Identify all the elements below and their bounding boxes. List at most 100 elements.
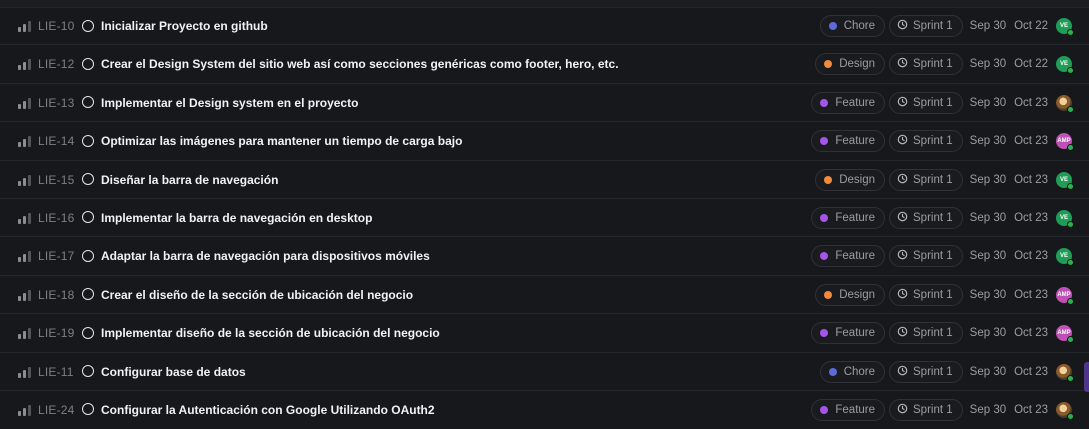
status-circle-icon[interactable] xyxy=(82,365,94,378)
label-badge[interactable]: Chore xyxy=(819,360,886,383)
start-date[interactable]: Sep 30 xyxy=(970,404,1006,416)
label-badge[interactable]: Feature xyxy=(811,91,886,114)
assignee-avatar[interactable]: VE xyxy=(1056,248,1074,267)
issue-title[interactable]: Diseñar la barra de navegación xyxy=(101,173,278,187)
start-date[interactable]: Sep 30 xyxy=(970,174,1006,186)
issue-row[interactable]: LIE-13 Implementar el Design system en el… xyxy=(0,84,1089,123)
label-badge[interactable]: Feature xyxy=(811,398,886,421)
priority-bars-icon[interactable] xyxy=(18,136,32,148)
due-date[interactable]: Oct 22 xyxy=(1014,20,1048,32)
sprint-badge[interactable]: Sprint 1 xyxy=(889,15,963,37)
assignee-avatar[interactable]: VE xyxy=(1056,209,1074,228)
start-date[interactable]: Sep 30 xyxy=(970,135,1006,147)
issue-row[interactable]: LIE-17 Adaptar la barra de navegación par… xyxy=(0,237,1089,276)
assignee-avatar[interactable]: VE xyxy=(1056,171,1074,190)
assignee-avatar[interactable]: AMP xyxy=(1056,325,1074,344)
priority-bars-icon[interactable] xyxy=(18,404,32,416)
label-badge[interactable]: Feature xyxy=(811,322,886,345)
issue-row[interactable]: LIE-15 Diseñar la barra de navegación Desi… xyxy=(0,161,1089,199)
priority-bars-icon[interactable] xyxy=(18,59,32,71)
floating-help-handle[interactable] xyxy=(1084,362,1089,392)
due-date[interactable]: Oct 23 xyxy=(1014,327,1048,339)
label-badge[interactable]: Design xyxy=(815,283,886,306)
issue-row[interactable]: LIE-11 Configurar base de datos Chore Sprin… xyxy=(0,353,1089,391)
start-date[interactable]: Sep 30 xyxy=(970,97,1006,109)
start-date[interactable]: Sep 30 xyxy=(970,289,1006,301)
issue-row[interactable]: LIE-16 Implementar la barra de navegación… xyxy=(0,199,1089,238)
issue-row[interactable]: LIE-14 Optimizar las imágenes para manten… xyxy=(0,122,1089,161)
sprint-badge[interactable]: Sprint 1 xyxy=(889,360,963,383)
label-badge[interactable]: Chore xyxy=(819,15,886,37)
status-circle-icon[interactable] xyxy=(82,96,94,109)
issue-row[interactable]: LIE-24 Configurar la Autenticación con Go… xyxy=(0,391,1089,429)
assignee-avatar[interactable]: AMP xyxy=(1056,286,1074,305)
start-date[interactable]: Sep 30 xyxy=(970,20,1006,32)
due-date[interactable]: Oct 23 xyxy=(1014,250,1048,262)
priority-bars-icon[interactable] xyxy=(18,251,32,263)
due-date[interactable]: Oct 23 xyxy=(1014,97,1048,109)
due-date[interactable]: Oct 23 xyxy=(1014,404,1048,416)
priority-bars-icon[interactable] xyxy=(18,289,32,301)
sprint-badge[interactable]: Sprint 1 xyxy=(889,283,963,306)
issue-row[interactable]: LIE-19 Implementar diseño de la sección d… xyxy=(0,314,1089,353)
status-circle-icon[interactable] xyxy=(82,249,94,262)
issue-title[interactable]: Inicializar Proyecto en github xyxy=(101,19,268,33)
issue-title[interactable]: Crear el diseño de la sección de ubicaci… xyxy=(101,288,413,302)
label-badge[interactable]: Feature xyxy=(811,245,886,268)
due-date[interactable]: Oct 23 xyxy=(1014,174,1048,186)
issue-title[interactable]: Configurar la Autenticación con Google U… xyxy=(101,403,435,417)
status-circle-icon[interactable] xyxy=(82,211,94,224)
priority-bars-icon[interactable] xyxy=(18,97,32,109)
sprint-badge[interactable]: Sprint 1 xyxy=(889,206,963,229)
due-date[interactable]: Oct 23 xyxy=(1014,289,1048,301)
issue-title[interactable]: Crear el Design System del sitio web así… xyxy=(101,57,619,71)
start-date[interactable]: Sep 30 xyxy=(970,250,1006,262)
issue-title[interactable]: Adaptar la barra de navegación para disp… xyxy=(101,249,430,263)
sprint-badge[interactable]: Sprint 1 xyxy=(889,322,963,345)
due-date[interactable]: Oct 23 xyxy=(1014,366,1048,378)
label-badge[interactable]: Feature xyxy=(811,130,886,153)
status-circle-icon[interactable] xyxy=(82,57,94,70)
start-date[interactable]: Sep 30 xyxy=(970,327,1006,339)
label-badge[interactable]: Feature xyxy=(811,206,886,229)
issue-title[interactable]: Optimizar las imágenes para mantener un … xyxy=(101,134,462,148)
sprint-badge[interactable]: Sprint 1 xyxy=(889,245,963,268)
issue-row[interactable]: LIE-12 Crear el Design System del sitio w… xyxy=(0,45,1089,84)
status-circle-icon[interactable] xyxy=(82,134,94,147)
priority-bars-icon[interactable] xyxy=(18,328,32,340)
status-circle-icon[interactable] xyxy=(82,173,94,186)
sprint-badge[interactable]: Sprint 1 xyxy=(889,168,963,191)
issue-title[interactable]: Configurar base de datos xyxy=(101,365,246,379)
priority-bars-icon[interactable] xyxy=(18,212,32,224)
assignee-avatar[interactable] xyxy=(1056,363,1074,382)
issue-row[interactable]: LIE-10 Inicializar Proyecto en github Chor… xyxy=(0,7,1089,46)
issue-row[interactable]: LIE-18 Crear el diseño de la sección de u… xyxy=(0,276,1089,315)
issue-title[interactable]: Implementar la barra de navegación en de… xyxy=(101,211,372,225)
start-date[interactable]: Sep 30 xyxy=(970,58,1006,70)
due-date[interactable]: Oct 23 xyxy=(1014,212,1048,224)
status-circle-icon[interactable] xyxy=(82,288,94,301)
status-circle-icon[interactable] xyxy=(82,326,94,339)
sprint-badge[interactable]: Sprint 1 xyxy=(889,398,963,421)
due-date[interactable]: Oct 22 xyxy=(1014,58,1048,70)
issue-title[interactable]: Implementar el Design system en el proye… xyxy=(101,96,358,110)
due-date[interactable]: Oct 23 xyxy=(1014,135,1048,147)
priority-bars-icon[interactable] xyxy=(18,366,32,378)
priority-bars-icon[interactable] xyxy=(18,21,32,32)
sprint-badge[interactable]: Sprint 1 xyxy=(889,91,963,114)
assignee-avatar[interactable]: AMP xyxy=(1056,133,1074,152)
sprint-badge[interactable]: Sprint 1 xyxy=(889,130,963,153)
priority-bars-icon[interactable] xyxy=(18,174,32,186)
issue-title[interactable]: Implementar diseño de la sección de ubic… xyxy=(101,326,440,340)
start-date[interactable]: Sep 30 xyxy=(970,366,1006,378)
start-date[interactable]: Sep 30 xyxy=(970,212,1006,224)
status-circle-icon[interactable] xyxy=(82,19,94,32)
assignee-avatar[interactable]: VE xyxy=(1056,56,1074,75)
assignee-avatar[interactable] xyxy=(1056,94,1074,113)
assignee-avatar[interactable] xyxy=(1056,401,1074,420)
label-badge[interactable]: Design xyxy=(815,168,886,191)
status-circle-icon[interactable] xyxy=(82,403,94,416)
label-badge[interactable]: Design xyxy=(815,53,886,76)
sprint-badge[interactable]: Sprint 1 xyxy=(889,53,963,76)
assignee-avatar[interactable]: VE xyxy=(1056,18,1074,36)
